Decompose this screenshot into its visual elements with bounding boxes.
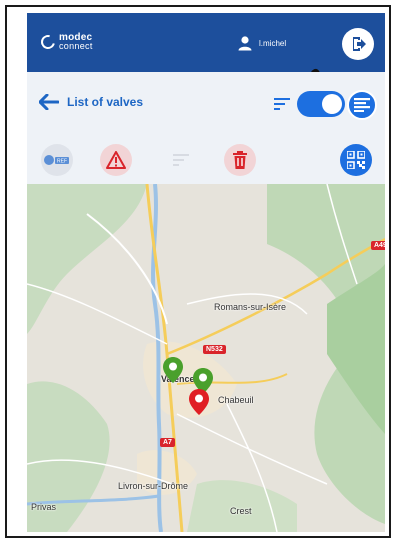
list-icon bbox=[354, 98, 370, 112]
map-background bbox=[27, 184, 385, 532]
alert-filter-button[interactable] bbox=[100, 144, 132, 176]
list-view-button[interactable] bbox=[347, 90, 377, 120]
app-logo: modec connect bbox=[38, 32, 93, 52]
trash-icon bbox=[233, 151, 247, 169]
page-header: List of valves bbox=[27, 72, 385, 134]
username: l.michel bbox=[259, 38, 287, 48]
valve-marker-green[interactable] bbox=[163, 357, 183, 383]
qr-code-icon bbox=[347, 151, 365, 169]
place-label: Chabeuil bbox=[218, 395, 254, 405]
place-label: Livron-sur-Drôme bbox=[118, 481, 189, 491]
page-title: List of valves bbox=[67, 95, 144, 109]
svg-text:REF: REF bbox=[57, 159, 67, 165]
arrow-left-icon bbox=[39, 94, 59, 110]
logout-icon bbox=[353, 37, 366, 51]
view-toggle[interactable] bbox=[297, 91, 345, 117]
warning-icon bbox=[106, 151, 126, 169]
tags-filter-button[interactable]: REF bbox=[41, 144, 73, 176]
filter-button[interactable] bbox=[165, 144, 197, 176]
map-toolbar: REF bbox=[27, 134, 385, 184]
sort-icon[interactable] bbox=[274, 97, 290, 115]
logo-line2: connect bbox=[59, 41, 93, 51]
logo-icon bbox=[38, 32, 58, 52]
place-label: Romans-sur-Isère bbox=[214, 302, 287, 312]
road-badge: A49 bbox=[371, 241, 385, 250]
place-label: Privas bbox=[31, 502, 57, 512]
filter-lines-icon bbox=[173, 154, 189, 166]
toggle-knob bbox=[322, 94, 342, 114]
place-label: Crest bbox=[230, 506, 252, 516]
user-info[interactable]: l.michel bbox=[237, 35, 286, 51]
logout-button[interactable] bbox=[342, 28, 374, 60]
valve-marker-red[interactable] bbox=[189, 389, 209, 415]
road-badge: A7 bbox=[160, 438, 175, 447]
delete-button[interactable] bbox=[224, 144, 256, 176]
app-header: modec connect l.michel bbox=[27, 13, 385, 100]
back-button[interactable]: List of valves bbox=[39, 94, 143, 110]
qr-scan-button[interactable] bbox=[340, 144, 372, 176]
tags-icon: REF bbox=[44, 155, 69, 165]
user-icon bbox=[238, 36, 252, 51]
map-view[interactable]: Romans-sur-Isère Valence Chabeuil Livron… bbox=[27, 184, 385, 532]
road-badge: N532 bbox=[203, 345, 226, 354]
